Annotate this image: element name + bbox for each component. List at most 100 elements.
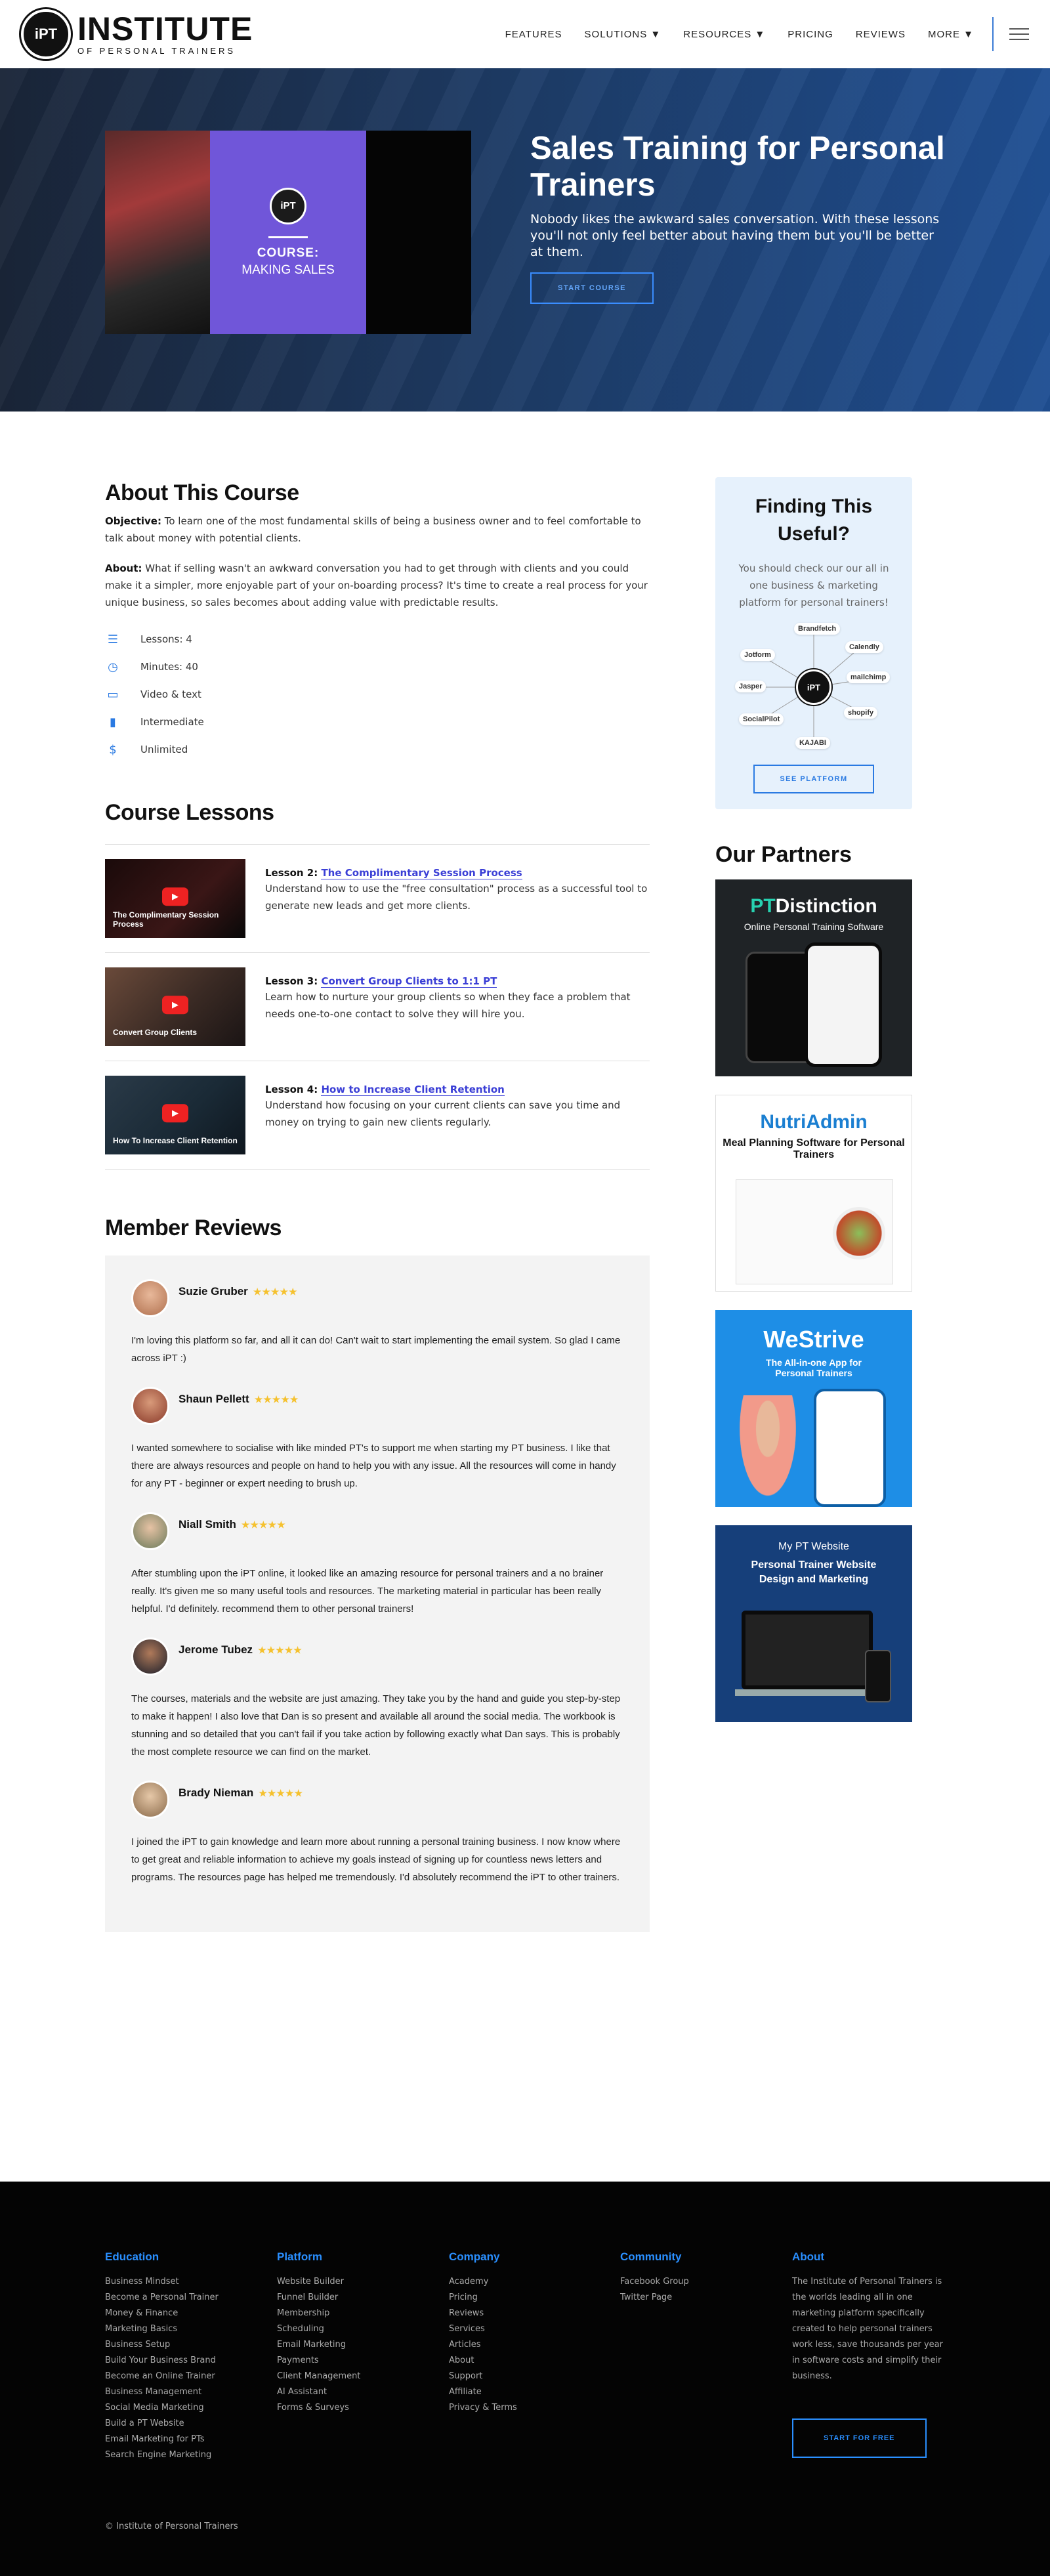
lesson-description: Learn how to nurture your group clients …: [265, 991, 631, 1020]
footer-link[interactable]: Build a PT Website: [105, 2416, 262, 2432]
footer-link[interactable]: Payments: [277, 2353, 434, 2369]
nav-pricing[interactable]: PRICING: [788, 29, 833, 40]
partner-nutriadmin[interactable]: NutriAdmin Meal Planning Software for Pe…: [715, 1095, 912, 1292]
partner-name: PTDistinction: [750, 895, 877, 917]
rating-stars-icon: ★★★★★: [254, 1394, 299, 1404]
hero-photo: [105, 131, 210, 334]
nav-more[interactable]: MORE ▼: [928, 29, 974, 40]
start-course-button[interactable]: START COURSE: [530, 272, 654, 304]
footer-link[interactable]: Search Engine Marketing: [105, 2447, 262, 2463]
promo-title: Finding This Useful?: [755, 496, 873, 545]
footer-platform: Platform Website Builder Funnel Builder …: [277, 2250, 434, 2416]
lesson-number: Lesson 2:: [265, 867, 322, 879]
footer-link[interactable]: Email Marketing for PTs: [105, 2432, 262, 2447]
jasper-logo: Jasper: [735, 681, 766, 692]
footer-link[interactable]: Business Mindset: [105, 2274, 262, 2290]
lesson-number: Lesson 4:: [265, 1084, 322, 1095]
footer-link[interactable]: Support: [449, 2369, 606, 2384]
ipt-badge-icon: iPT: [270, 187, 306, 224]
review-item: Brady Nieman ★★★★★ I joined the iPT to ga…: [131, 1781, 623, 1886]
video-icon: ▭: [107, 687, 119, 702]
lesson-link[interactable]: Convert Group Clients to 1:1 PT: [321, 975, 497, 988]
trainer-photo: [735, 1395, 801, 1507]
lesson-heading: Lesson 3: Convert Group Clients to 1:1 P…: [265, 975, 650, 988]
partners-list: PTDistinction Online Personal Training S…: [715, 879, 912, 1722]
logo-badge: iPT: [21, 9, 71, 59]
footer-link[interactable]: Social Media Marketing: [105, 2400, 262, 2416]
start-for-free-button[interactable]: START FOR FREE: [792, 2418, 927, 2458]
thumbnail-caption: How To Increase Client Retention: [113, 1136, 238, 1145]
footer-link[interactable]: Business Management: [105, 2384, 262, 2400]
site-logo[interactable]: iPT INSTITUTE OF PERSONAL TRAINERS: [21, 9, 253, 59]
review-item: Suzie Gruber ★★★★★ I'm loving this platfo…: [131, 1279, 623, 1367]
about-body: What if selling wasn't an awkward conver…: [105, 562, 648, 608]
avatar: [131, 1637, 169, 1676]
footer-link[interactable]: AI Assistant: [277, 2384, 434, 2400]
nav-features[interactable]: FEATURES: [505, 29, 562, 40]
avatar: [131, 1279, 169, 1317]
lesson-heading: Lesson 2: The Complimentary Session Proc…: [265, 867, 650, 879]
copyright: © Institute of Personal Trainers: [105, 2522, 238, 2531]
footer-link[interactable]: Privacy & Terms: [449, 2400, 606, 2416]
see-platform-button[interactable]: SEE PLATFORM: [753, 765, 874, 793]
stat-label: Intermediate: [140, 716, 204, 728]
footer-heading: About: [792, 2250, 825, 2263]
partner-name: WeStrive: [763, 1326, 864, 1353]
footer-link[interactable]: Twitter Page: [620, 2290, 778, 2306]
avatar: [131, 1781, 169, 1819]
lesson-list: ▶ The Complimentary Session Process Less…: [105, 845, 650, 1170]
footer-link[interactable]: Money & Finance: [105, 2306, 262, 2321]
hero-description: Nobody likes the awkward sales conversat…: [530, 212, 940, 259]
nav-reviews[interactable]: REVIEWS: [856, 29, 906, 40]
stat-lessons: ☰ Lessons: 4: [105, 625, 650, 653]
footer-heading: Education: [105, 2250, 159, 2263]
footer-link[interactable]: Pricing: [449, 2290, 606, 2306]
kajabi-logo: KAJABI: [795, 737, 830, 749]
nav-resources[interactable]: RESOURCES ▼: [683, 29, 765, 40]
footer-link[interactable]: Email Marketing: [277, 2337, 434, 2353]
reviewer-name: Suzie Gruber ★★★★★: [178, 1285, 298, 1298]
footer-link[interactable]: Facebook Group: [620, 2274, 778, 2290]
footer-link[interactable]: Build Your Business Brand: [105, 2353, 262, 2369]
stat-label: Lessons: 4: [140, 633, 192, 645]
footer-link[interactable]: About: [449, 2353, 606, 2369]
footer-link[interactable]: Website Builder: [277, 2274, 434, 2290]
lesson-link[interactable]: The Complimentary Session Process: [321, 867, 522, 879]
partner-ptdistinction[interactable]: PTDistinction Online Personal Training S…: [715, 879, 912, 1076]
footer-link[interactable]: Academy: [449, 2274, 606, 2290]
footer-link[interactable]: Forms & Surveys: [277, 2400, 434, 2416]
lesson-thumbnail[interactable]: ▶ Convert Group Clients: [105, 967, 245, 1046]
footer-link[interactable]: Marketing Basics: [105, 2321, 262, 2337]
partner-name: NutriAdmin: [760, 1111, 868, 1133]
platform-promo: Finding This Useful? You should check ou…: [715, 477, 912, 809]
mailchimp-logo: mailchimp: [847, 671, 891, 683]
lesson-description: Understand how focusing on your current …: [265, 1099, 621, 1128]
footer-link[interactable]: Scheduling: [277, 2321, 434, 2337]
stat-minutes: ◷ Minutes: 40: [105, 653, 650, 681]
lesson-number: Lesson 3:: [265, 975, 322, 987]
nav-solutions[interactable]: SOLUTIONS ▼: [585, 29, 662, 40]
footer-link[interactable]: Become an Online Trainer: [105, 2369, 262, 2384]
lesson-link[interactable]: How to Increase Client Retention: [321, 1084, 505, 1096]
footer-link[interactable]: Services: [449, 2321, 606, 2337]
integrations-diagram: iPT Brandfetch Calendly mailchimp shopif…: [735, 622, 892, 753]
lesson-thumbnail[interactable]: ▶ How To Increase Client Retention: [105, 1076, 245, 1154]
footer-link[interactable]: Membership: [277, 2306, 434, 2321]
footer-link[interactable]: Business Setup: [105, 2337, 262, 2353]
footer-link[interactable]: Become a Personal Trainer: [105, 2290, 262, 2306]
footer-heading: Community: [620, 2250, 682, 2263]
main-content: About This Course Objective: To learn on…: [0, 412, 1050, 2182]
lesson-thumbnail[interactable]: ▶ The Complimentary Session Process: [105, 859, 245, 938]
list-icon: ☰: [107, 632, 119, 646]
footer-link[interactable]: Articles: [449, 2337, 606, 2353]
footer-link[interactable]: Funnel Builder: [277, 2290, 434, 2306]
footer-link[interactable]: Affiliate: [449, 2384, 606, 2400]
objective-label: Objective:: [105, 515, 161, 527]
partner-myptwebsite[interactable]: My PT Website Personal Trainer Website D…: [715, 1525, 912, 1722]
footer-link[interactable]: Client Management: [277, 2369, 434, 2384]
footer-link[interactable]: Reviews: [449, 2306, 606, 2321]
footer-company: Company Academy Pricing Reviews Services…: [449, 2250, 606, 2416]
level-icon: ▮: [110, 715, 116, 729]
menu-icon[interactable]: [1009, 28, 1029, 40]
partner-westrive[interactable]: WeStrive The All-in-one App for Personal…: [715, 1310, 912, 1507]
